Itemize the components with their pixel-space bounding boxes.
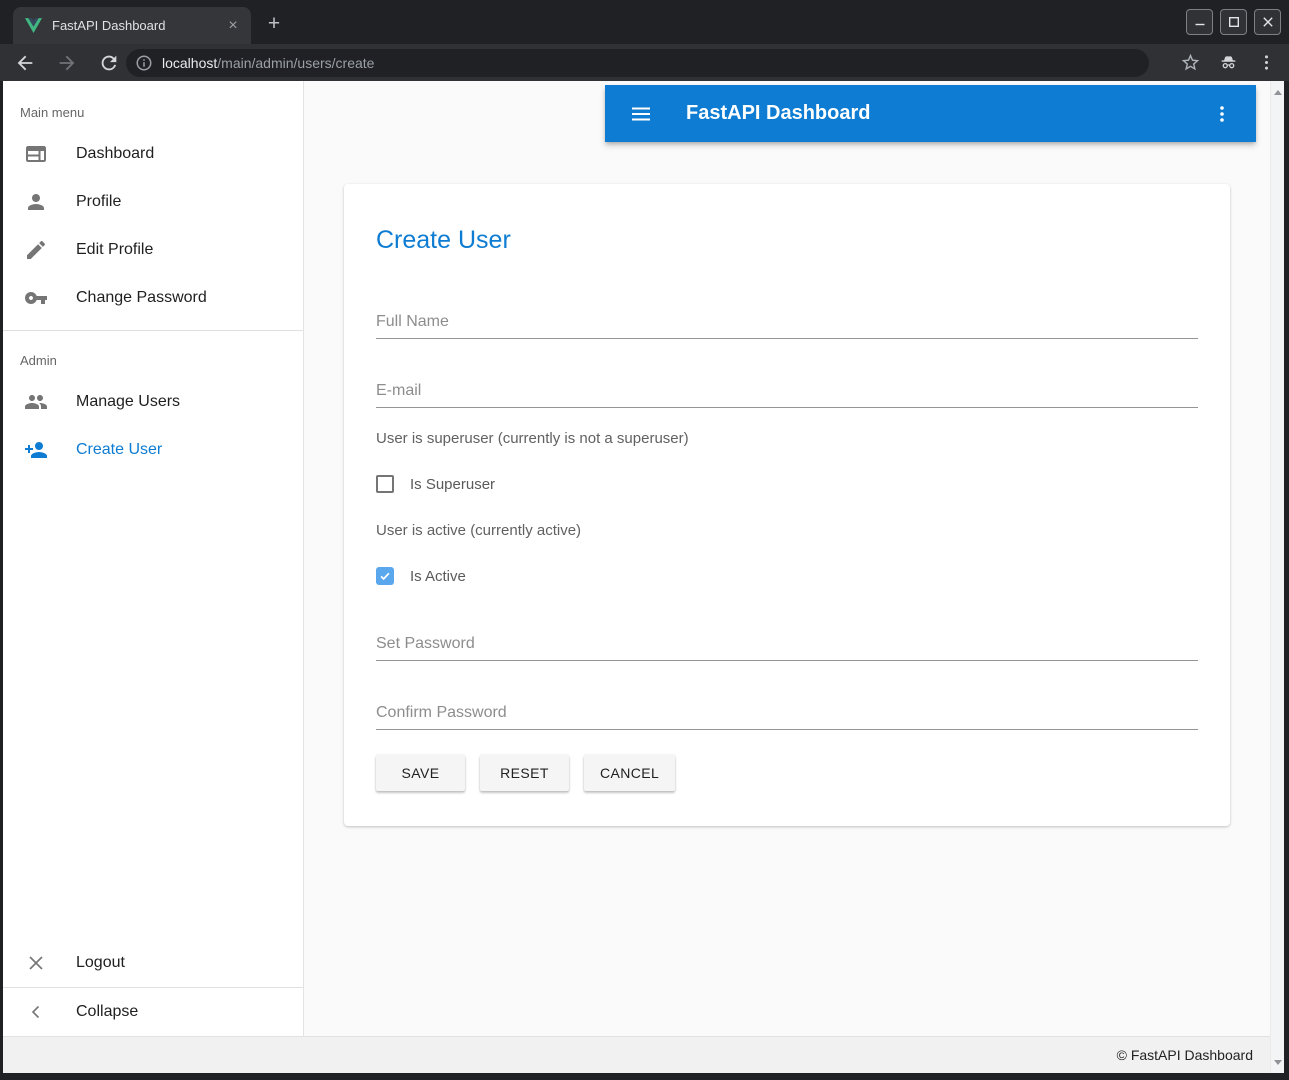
key-icon bbox=[24, 286, 48, 310]
sidebar-item-label: Create User bbox=[76, 441, 162, 459]
create-user-card: Create User User is superuser (currently… bbox=[344, 184, 1230, 826]
sidebar-item-label: Logout bbox=[76, 954, 125, 972]
is-superuser-label: Is Superuser bbox=[410, 476, 495, 493]
confirm-password-input[interactable] bbox=[376, 703, 1198, 723]
url-host: localhost bbox=[162, 55, 217, 71]
sidebar-item-label: Edit Profile bbox=[76, 241, 153, 259]
tab-title: FastAPI Dashboard bbox=[52, 18, 225, 33]
appbar-menu-icon[interactable] bbox=[1210, 102, 1234, 126]
appbar-title: FastAPI Dashboard bbox=[686, 102, 1210, 125]
window-maximize-button[interactable] bbox=[1220, 9, 1247, 35]
sidebar-item-dashboard[interactable]: Dashboard bbox=[3, 130, 303, 178]
new-tab-button[interactable]: + bbox=[260, 11, 288, 39]
full-name-field bbox=[376, 312, 1198, 339]
set-password-field bbox=[376, 634, 1198, 661]
sidebar-item-profile[interactable]: Profile bbox=[3, 178, 303, 226]
browser-toolbar: localhost/main/admin/users/create bbox=[0, 44, 1289, 81]
is-active-checkbox-row[interactable]: Is Active bbox=[376, 566, 1198, 586]
check-icon bbox=[378, 569, 392, 583]
full-name-input[interactable] bbox=[376, 312, 1198, 332]
form-buttons: SAVE RESET CANCEL bbox=[376, 755, 1198, 791]
page-footer: © FastAPI Dashboard bbox=[3, 1036, 1270, 1073]
page: Main menu Dashboard Profile Edit Profile… bbox=[3, 81, 1284, 1073]
sidebar-section-admin: Admin bbox=[3, 331, 303, 378]
cancel-button[interactable]: CANCEL bbox=[584, 755, 675, 791]
site-info-icon[interactable] bbox=[135, 54, 153, 72]
page-scrollbar[interactable] bbox=[1270, 81, 1284, 1073]
close-icon bbox=[24, 951, 48, 975]
sidebar-item-label: Collapse bbox=[76, 1003, 138, 1021]
dashboard-icon bbox=[24, 142, 48, 166]
window-close-button[interactable] bbox=[1254, 9, 1281, 35]
people-icon bbox=[24, 390, 48, 414]
copyright-text: © FastAPI Dashboard bbox=[1117, 1047, 1253, 1063]
back-icon[interactable] bbox=[14, 52, 36, 74]
window-controls bbox=[1186, 9, 1281, 35]
sidebar-section-main-menu: Main menu bbox=[3, 81, 303, 130]
superuser-helper-text: User is superuser (currently is not a su… bbox=[376, 430, 1198, 450]
bookmark-star-icon[interactable] bbox=[1180, 52, 1201, 73]
incognito-icon bbox=[1218, 52, 1239, 73]
email-field bbox=[376, 381, 1198, 408]
person-icon bbox=[24, 190, 48, 214]
page-title: Create User bbox=[376, 224, 1198, 256]
is-active-label: Is Active bbox=[410, 568, 466, 585]
is-active-checkbox[interactable] bbox=[376, 567, 394, 585]
active-helper-text: User is active (currently active) bbox=[376, 522, 1198, 542]
confirm-password-field bbox=[376, 703, 1198, 730]
sidebar-item-edit-profile[interactable]: Edit Profile bbox=[3, 226, 303, 274]
browser-menu-icon[interactable] bbox=[1256, 52, 1277, 73]
set-password-input[interactable] bbox=[376, 634, 1198, 654]
is-superuser-checkbox-row[interactable]: Is Superuser bbox=[376, 474, 1198, 494]
hamburger-menu-icon[interactable] bbox=[629, 102, 653, 126]
url-path: /main/admin/users/create bbox=[217, 55, 374, 71]
sidebar-item-manage-users[interactable]: Manage Users bbox=[3, 378, 303, 426]
reset-button[interactable]: RESET bbox=[480, 755, 569, 791]
sidebar: Main menu Dashboard Profile Edit Profile… bbox=[3, 81, 304, 1036]
chevron-left-icon bbox=[24, 1000, 48, 1024]
forward-icon[interactable] bbox=[56, 52, 78, 74]
sidebar-item-label: Dashboard bbox=[76, 145, 154, 163]
content-area: FastAPI Dashboard Create User User is su… bbox=[304, 81, 1270, 1036]
vue-logo-icon bbox=[25, 18, 42, 33]
url-text: localhost/main/admin/users/create bbox=[162, 55, 374, 71]
sidebar-item-label: Profile bbox=[76, 193, 121, 211]
sidebar-item-create-user[interactable]: Create User bbox=[3, 426, 303, 474]
browser-tab-bar: FastAPI Dashboard × + bbox=[0, 0, 1289, 44]
app-bar: FastAPI Dashboard bbox=[605, 85, 1256, 142]
sidebar-item-logout[interactable]: Logout bbox=[3, 939, 303, 987]
is-superuser-checkbox[interactable] bbox=[376, 475, 394, 493]
browser-tab[interactable]: FastAPI Dashboard × bbox=[13, 7, 251, 44]
scrollbar-down-icon[interactable] bbox=[1271, 1055, 1284, 1069]
sidebar-item-label: Manage Users bbox=[76, 393, 180, 411]
window-minimize-button[interactable] bbox=[1186, 9, 1213, 35]
sidebar-item-change-password[interactable]: Change Password bbox=[3, 274, 303, 322]
email-input[interactable] bbox=[376, 381, 1198, 401]
address-bar[interactable]: localhost/main/admin/users/create bbox=[126, 49, 1149, 77]
person-add-icon bbox=[24, 438, 48, 462]
sidebar-bottom: Logout Collapse bbox=[3, 939, 303, 1036]
scrollbar-up-icon[interactable] bbox=[1271, 85, 1284, 99]
sidebar-item-collapse[interactable]: Collapse bbox=[3, 988, 303, 1036]
sidebar-item-label: Change Password bbox=[76, 289, 207, 307]
save-button[interactable]: SAVE bbox=[376, 755, 465, 791]
tab-close-icon[interactable]: × bbox=[225, 18, 241, 34]
pencil-icon bbox=[24, 238, 48, 262]
refresh-icon[interactable] bbox=[98, 52, 120, 74]
